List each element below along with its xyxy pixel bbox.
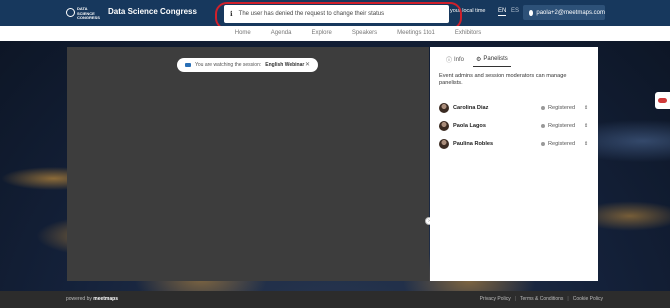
sort-arrows-icon[interactable]: ⇕ — [584, 123, 588, 129]
user-avatar-icon — [529, 9, 534, 16]
logo-line-3: CONGRESS — [77, 15, 100, 20]
feedback-icon — [658, 98, 667, 103]
powered-by-label: powered by — [66, 296, 92, 302]
sort-arrows-icon[interactable]: ⇕ — [584, 141, 588, 147]
terms-link[interactable]: Terms & Conditions — [520, 296, 563, 302]
tab-info[interactable]: ⓘ Info — [443, 54, 467, 67]
panelist-name: Carolina Diaz — [453, 105, 489, 111]
footer-links: Privacy Policy | Terms & Conditions | Co… — [480, 296, 603, 302]
session-prefix: You are watching the session: — [195, 62, 262, 68]
tab-panelists-label: Panelists — [483, 56, 508, 62]
panel-description: Event admins and session moderators can … — [439, 73, 567, 86]
app-title: Data Science Congress — [108, 7, 197, 16]
side-panel: ⓘ Info ⚙ Panelists Event admins and sess… — [430, 47, 598, 281]
feedback-tab[interactable] — [655, 92, 670, 109]
nav-exhibitors[interactable]: Exhibitors — [455, 26, 481, 41]
nav-explore[interactable]: Explore — [311, 26, 331, 41]
user-email: paola+2@meetmaps.com — [536, 9, 605, 16]
close-icon[interactable]: ✕ — [305, 61, 310, 68]
panelist-row: Paulina Robles Registered ⇕ — [439, 135, 589, 153]
avatar — [439, 121, 449, 131]
video-player[interactable]: You are watching the session: English We… — [67, 47, 429, 281]
panel-tabs: ⓘ Info ⚙ Panelists — [443, 54, 511, 67]
status-dot-icon — [541, 142, 545, 146]
panelist-row: Carolina Diaz Registered ⇕ — [439, 99, 589, 117]
session-banner: You are watching the session: English We… — [177, 58, 318, 72]
panelist-name: Paola Lagos — [453, 123, 486, 129]
status-select[interactable]: Registered — [541, 105, 575, 111]
privacy-policy-link[interactable]: Privacy Policy — [480, 296, 511, 302]
status-value: Registered — [548, 105, 576, 111]
info-circle-icon: ⓘ — [446, 57, 453, 64]
nav-meetings[interactable]: Meetings 1to1 — [397, 26, 435, 41]
sort-arrows-icon[interactable]: ⇕ — [584, 105, 588, 111]
status-value: Registered — [548, 123, 576, 129]
main-nav: Home Agenda Explore Speakers Meetings 1t… — [0, 26, 670, 41]
panelist-list: Carolina Diaz Registered ⇕ Paola Lagos R… — [439, 99, 589, 153]
avatar — [439, 103, 449, 113]
powered-by: powered by meetmaps — [66, 296, 118, 302]
user-menu-button[interactable]: paola+2@meetmaps.com — [523, 5, 605, 20]
panelist-name: Paulina Robles — [453, 141, 494, 147]
status-select[interactable]: Registered — [541, 141, 575, 147]
tab-panelists[interactable]: ⚙ Panelists — [473, 54, 511, 67]
nav-speakers[interactable]: Speakers — [352, 26, 377, 41]
panelist-row: Paola Lagos Registered ⇕ — [439, 117, 589, 135]
cookie-policy-link[interactable]: Cookie Policy — [573, 296, 603, 302]
nav-agenda[interactable]: Agenda — [271, 26, 292, 41]
status-dot-icon — [541, 124, 545, 128]
divider: | — [567, 296, 569, 302]
video-camera-icon — [185, 63, 191, 67]
status-dot-icon — [541, 106, 545, 110]
page-footer: powered by meetmaps Privacy Policy | Ter… — [0, 291, 670, 308]
logo-mark-icon — [66, 8, 75, 17]
language-en-button[interactable]: EN — [498, 8, 507, 16]
avatar — [439, 139, 449, 149]
divider: | — [514, 296, 517, 302]
event-logo[interactable]: DATA SCIENCE CONGRESS — [66, 5, 102, 21]
cogs-icon: ⚙ — [476, 55, 482, 63]
nav-home[interactable]: Home — [235, 26, 251, 41]
brand-logo[interactable]: meetmaps — [93, 296, 118, 302]
session-name: English Webinar — [265, 62, 305, 68]
language-es-button[interactable]: ES — [511, 8, 519, 14]
tab-info-label: Info — [454, 56, 465, 63]
status-select[interactable]: Registered — [541, 123, 575, 129]
status-value: Registered — [548, 141, 576, 147]
